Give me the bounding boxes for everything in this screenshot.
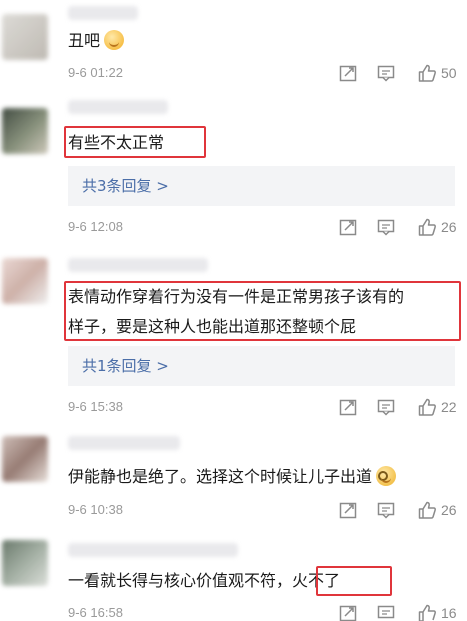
timestamp: 9-6 12:08 [68,219,123,234]
comment-text: 一看就长得与核心价值观不符，火不了 [68,571,341,590]
highlight-box [64,281,461,341]
timestamp: 9-6 16:58 [68,605,123,620]
username-blurred[interactable] [68,6,138,20]
view-replies-link[interactable]: 共1条回复 > [82,346,169,386]
timestamp: 9-6 15:38 [68,399,123,414]
username-blurred[interactable] [68,436,180,450]
comment-meta: 9-6 01:22 50 [68,63,467,83]
comment-meta: 9-6 15:38 22 [68,397,467,417]
timestamp: 9-6 10:38 [68,502,123,517]
share-icon[interactable] [338,603,358,621]
thumbs-up-icon[interactable] [417,63,437,83]
comment-meta: 9-6 10:38 26 [68,500,467,520]
comment-text: 丑吧 [68,28,125,54]
highlight-box [64,126,206,158]
comment-icon[interactable] [376,217,396,237]
username-blurred[interactable] [68,543,238,557]
like-count: 26 [441,502,457,518]
like-count: 50 [441,65,457,81]
comment-icon[interactable] [376,63,396,83]
avatar[interactable] [2,108,48,154]
comment-icon[interactable] [376,500,396,520]
comment-icon[interactable] [376,397,396,417]
comment-icon[interactable] [376,603,396,621]
comment-meta: 9-6 16:58 16 [68,603,467,621]
like-count: 16 [441,605,457,621]
username-blurred[interactable] [68,258,208,272]
comment-text: 伊能静也是绝了。选择这个时候让儿子出道 [68,464,397,490]
avatar[interactable] [2,436,48,482]
avatar[interactable] [2,14,48,60]
thumbs-up-icon[interactable] [417,217,437,237]
highlight-box [316,566,392,596]
share-icon[interactable] [338,397,358,417]
share-icon[interactable] [338,217,358,237]
thumbs-up-icon[interactable] [417,397,437,417]
like-count: 22 [441,399,457,415]
shy-face-emoji [104,30,125,50]
glasses-face-emoji [376,466,397,486]
avatar[interactable] [2,540,48,586]
timestamp: 9-6 01:22 [68,65,123,80]
comment-meta: 9-6 12:08 26 [68,217,467,237]
thumbs-up-icon[interactable] [417,603,437,621]
avatar[interactable] [2,258,48,304]
view-replies-link[interactable]: 共3条回复 > [82,166,169,206]
username-blurred[interactable] [68,100,168,114]
share-icon[interactable] [338,500,358,520]
like-count: 26 [441,219,457,235]
share-icon[interactable] [338,63,358,83]
thumbs-up-icon[interactable] [417,500,437,520]
reply-box[interactable]: 共3条回复 > [68,166,455,206]
reply-box[interactable]: 共1条回复 > [68,346,455,386]
